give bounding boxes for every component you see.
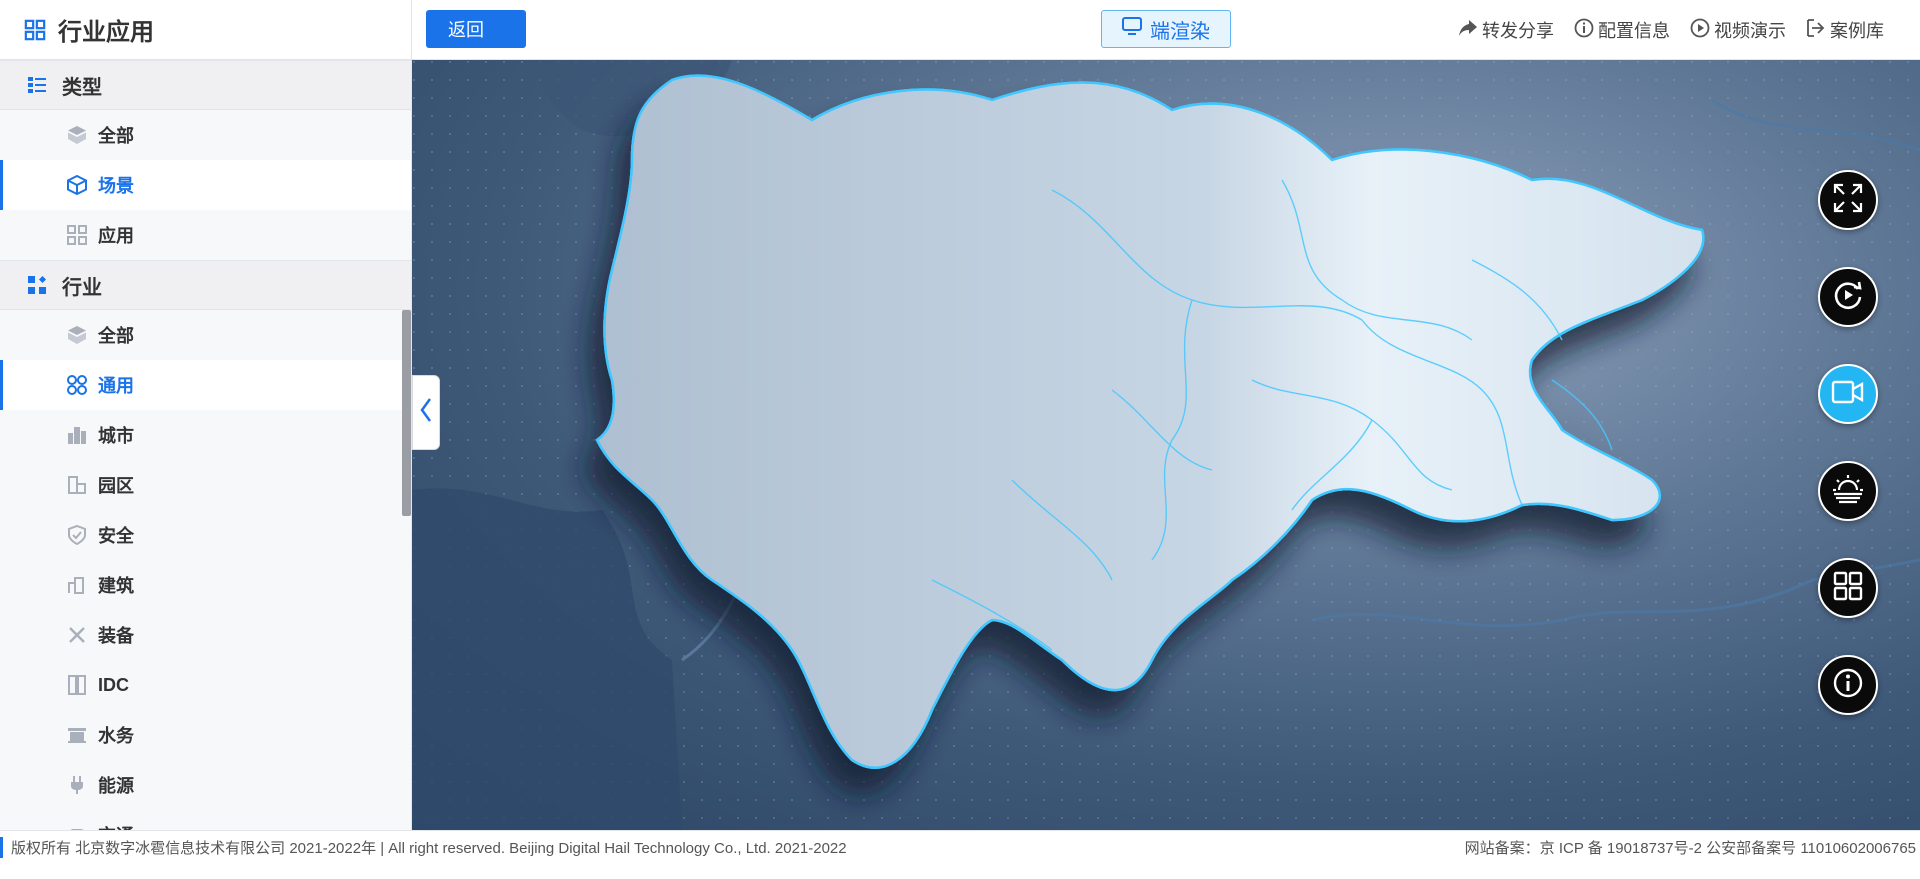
sidebar-item-label: 交通 [98, 822, 134, 830]
sidebar-item-label: 全部 [98, 126, 134, 146]
grid-apps-icon [24, 19, 46, 41]
floating-toolbar [1818, 170, 1878, 752]
sidebar-item-water[interactable]: 水务 [0, 710, 411, 760]
grid-icon [1833, 571, 1863, 606]
share-button[interactable]: 转发分享 [1458, 17, 1554, 43]
apps-add-icon [26, 274, 48, 296]
case-library-button[interactable]: 案例库 [1806, 17, 1884, 43]
water-icon [66, 724, 88, 746]
building-icon [66, 574, 88, 596]
sidebar-item-label: 装备 [98, 626, 134, 646]
play-circle-icon [1690, 18, 1710, 43]
sidebar-item-park[interactable]: 园区 [0, 460, 411, 510]
video-camera-button[interactable] [1818, 364, 1878, 424]
render-mode-button[interactable]: 端渲染 [1101, 10, 1231, 48]
sidebar: 行业应用 类型 全部 场景 应用 行业 全部 通用 城市 园区 安全 建筑 装备… [0, 0, 412, 830]
sidebar-item-label: 应用 [98, 226, 134, 246]
sidebar-title: 行业应用 [58, 19, 154, 46]
icp-record-text: 网站备案：京 ICP 备 19018737号-2 公安部备案号 11010602… [1464, 840, 1916, 857]
share-label: 转发分享 [1482, 21, 1554, 41]
chevron-left-icon [419, 396, 433, 429]
sidebar-item-label: 场景 [98, 176, 134, 196]
back-button[interactable]: 返回 [426, 10, 526, 48]
sidebar-item-safety[interactable]: 安全 [0, 510, 411, 560]
footer: 版权所有 北京数字冰雹信息技术有限公司 2021-2022年 | All rig… [0, 830, 1920, 879]
park-buildings-icon [66, 474, 88, 496]
tools-icon [66, 624, 88, 646]
video-demo-button[interactable]: 视频演示 [1690, 17, 1786, 43]
video-demo-label: 视频演示 [1714, 21, 1786, 41]
sidebar-item-label: IDC [98, 674, 129, 695]
share-arrow-icon [1458, 19, 1478, 42]
fullscreen-button[interactable] [1818, 170, 1878, 230]
monitor-icon [1122, 17, 1142, 41]
render-mode-label: 端渲染 [1150, 20, 1210, 43]
sidebar-item-label: 建筑 [98, 576, 134, 596]
group-type[interactable]: 类型 [0, 60, 411, 110]
sidebar-item-industry-all[interactable]: 全部 [0, 310, 411, 360]
sidebar-header: 行业应用 [0, 0, 411, 60]
sun-haze-icon [1831, 473, 1865, 510]
server-rack-icon [66, 674, 88, 696]
config-info-button[interactable]: 配置信息 [1574, 17, 1670, 43]
exit-library-icon [1806, 18, 1826, 43]
info-button[interactable] [1818, 655, 1878, 715]
sidebar-item-energy[interactable]: 能源 [0, 760, 411, 810]
sidebar-item-general[interactable]: 通用 [0, 360, 411, 410]
sidebar-item-idc[interactable]: IDC [0, 660, 411, 710]
four-circles-icon [66, 374, 88, 396]
sidebar-item-architecture[interactable]: 建筑 [0, 560, 411, 610]
top-toolbar: 返回 端渲染 转发分享 配置信息 视频演示 案例库 [412, 0, 1920, 60]
sidebar-item-city[interactable]: 城市 [0, 410, 411, 460]
sidebar-collapse-button[interactable] [412, 375, 440, 450]
group-type-label: 类型 [62, 76, 102, 99]
cube-layers-icon [66, 124, 88, 146]
expand-arrows-icon [1832, 182, 1864, 219]
layout-grid-button[interactable] [1818, 558, 1878, 618]
sidebar-item-traffic[interactable]: 交通 [0, 810, 411, 830]
list-icon [26, 74, 48, 96]
rotate-button[interactable] [1818, 267, 1878, 327]
terrain-map[interactable] [412, 60, 1920, 830]
sidebar-scrollbar[interactable] [402, 310, 411, 516]
sidebar-item-scene[interactable]: 场景 [0, 160, 411, 210]
sidebar-item-type-all[interactable]: 全部 [0, 110, 411, 160]
sidebar-item-label: 全部 [98, 326, 134, 346]
sidebar-item-label: 城市 [98, 426, 134, 446]
group-industry[interactable]: 行业 [0, 260, 411, 310]
config-info-label: 配置信息 [1598, 21, 1670, 41]
sidebar-item-app[interactable]: 应用 [0, 210, 411, 260]
info-circle-icon [1574, 18, 1594, 43]
sidebar-item-label: 水务 [98, 726, 134, 746]
city-buildings-icon [66, 424, 88, 446]
video-camera-icon [1831, 379, 1865, 410]
plug-icon [66, 774, 88, 796]
cube-icon [66, 174, 88, 196]
rotate-icon [1832, 279, 1864, 316]
info-icon [1832, 667, 1864, 704]
sidebar-item-label: 通用 [98, 376, 134, 396]
map-viewport[interactable] [412, 60, 1920, 830]
cube-layers-icon [66, 324, 88, 346]
weather-button[interactable] [1818, 461, 1878, 521]
sidebar-item-label: 能源 [98, 776, 134, 796]
shield-check-icon [66, 524, 88, 546]
grid-apps-icon [66, 224, 88, 246]
sidebar-item-equipment[interactable]: 装备 [0, 610, 411, 660]
sidebar-item-label: 安全 [98, 526, 134, 546]
copyright-text: 版权所有 北京数字冰雹信息技术有限公司 2021-2022年 | All rig… [0, 837, 847, 858]
group-industry-label: 行业 [62, 276, 102, 299]
top-actions: 转发分享 配置信息 视频演示 案例库 [1438, 0, 1884, 60]
sidebar-item-label: 园区 [98, 476, 134, 496]
case-library-label: 案例库 [1830, 21, 1884, 41]
